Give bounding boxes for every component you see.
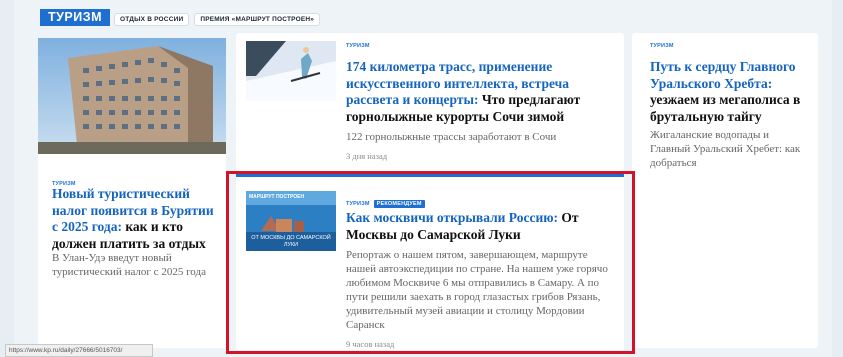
article-description: Жигаланские водопады и Главный Уральский… xyxy=(650,129,801,169)
route-poster-caption: ОТ МОСКВЫ ДО САМАРСКОЙ ЛУКИ xyxy=(251,235,331,248)
article-card-sochi-resorts[interactable]: ТУРИЗМ 174 километра трасс, применение и… xyxy=(236,33,624,171)
recommended-badge[interactable]: РЕКОМЕНДУЕМ xyxy=(373,200,425,208)
article-description: В Улан-Удэ введут новый туристический на… xyxy=(52,252,206,278)
article-image-building[interactable] xyxy=(38,38,226,154)
status-bar-url: https://www.kp.ru/daily/27666/5016703/ xyxy=(5,344,153,357)
article-card-tourist-tax[interactable]: ТУРИЗМ Новый туристический налог появитс… xyxy=(38,38,226,348)
article-tag[interactable]: ТУРИЗМ xyxy=(346,43,370,49)
article-title-rest[interactable]: уезжаем из мегаполиса в брутальную тайгу xyxy=(650,92,800,124)
route-poster-logo: МАРШРУТ ПОСТРОЕН xyxy=(249,194,305,200)
article-title[interactable]: Новый туристический налог появится в Бур… xyxy=(52,186,222,252)
article-timestamp: 9 часов назад xyxy=(346,339,395,349)
article-tags: ТУРИЗМ РЕКОМЕНДУЕМ xyxy=(346,192,425,210)
article-description: Репортаж о нашем пятом, завершающем, мар… xyxy=(346,249,608,331)
section-title[interactable]: ТУРИЗМ xyxy=(40,9,110,26)
subnav-item-route-award[interactable]: ПРЕМИЯ «МАРШРУТ ПОСТРОЕН» xyxy=(194,13,321,26)
subnav-item-russia-travel[interactable]: ОТДЫХ В РОССИИ xyxy=(114,13,190,26)
article-image-skier[interactable] xyxy=(246,41,336,101)
article-image-route[interactable]: МАРШРУТ ПОСТРОЕН ОТ МОСКВЫ ДО САМАРСКОЙ … xyxy=(246,191,336,251)
article-tag[interactable]: ТУРИЗМ xyxy=(346,201,370,207)
article-title[interactable]: 174 километра трасс, применение искусств… xyxy=(346,59,618,125)
article-description: 122 горнолыжные трассы заработают в Сочи xyxy=(346,131,557,143)
article-title[interactable]: Путь к сердцу Главного Уральского Хребта… xyxy=(650,59,814,125)
skier-photo-icon xyxy=(246,41,336,101)
article-card-moscow-samara[interactable]: МАРШРУТ ПОСТРОЕН ОТ МОСКВЫ ДО САМАРСКОЙ … xyxy=(236,174,624,350)
section-subnav: ОТДЫХ В РОССИИ ПРЕМИЯ «МАРШРУТ ПОСТРОЕН» xyxy=(114,13,321,26)
article-timestamp: 3 дня назад xyxy=(346,151,388,161)
article-title-lead[interactable]: Как москвичи открывали Россию: xyxy=(346,210,558,225)
building-photo-icon xyxy=(38,38,226,154)
article-card-ural-ridge[interactable]: ТУРИЗМ Путь к сердцу Главного Уральского… xyxy=(632,33,818,348)
article-title-lead[interactable]: Путь к сердцу Главного Уральского Хребта… xyxy=(650,59,796,91)
article-tag[interactable]: ТУРИЗМ xyxy=(650,43,674,49)
article-title[interactable]: Как москвичи открывали Россию: От Москвы… xyxy=(346,210,618,243)
